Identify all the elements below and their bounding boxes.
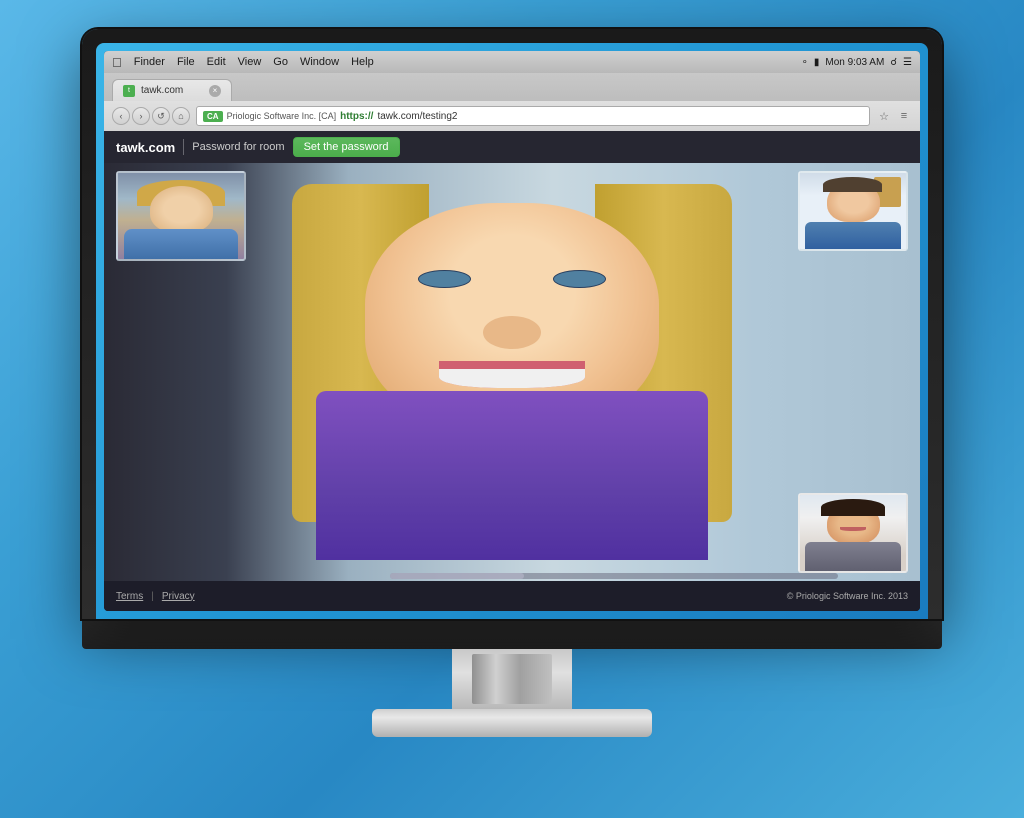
monitor-stand-neck [452,649,572,709]
browser-right-icons: ☆ ≡ [876,108,912,124]
url-https: https:// [340,111,373,122]
search-icon[interactable]: ☌ [890,57,897,68]
edit-menu[interactable]: Edit [207,56,226,68]
mac-menubar:  Finder File Edit View Go Window Help ∘… [104,51,920,73]
file-menu[interactable]: File [177,56,195,68]
list-icon[interactable]: ☰ [903,57,912,68]
monitor-wrapper:  Finder File Edit View Go Window Help ∘… [82,29,942,789]
browser-menu-icon[interactable]: ≡ [896,108,912,124]
teeth [439,369,586,388]
wifi-icon: ∘ [802,57,808,68]
browser-chrome: t tawk.com × ‹ › ↺ ⌂ [104,73,920,131]
thumbnail-top-right[interactable] [798,171,908,251]
ssl-badge: CA [203,111,223,122]
video-progress-bar[interactable] [390,573,839,579]
browser-tab[interactable]: t tawk.com × [112,79,232,101]
apple-icon[interactable]:  [112,55,122,70]
password-label: Password for room [192,141,284,153]
view-menu[interactable]: View [238,56,262,68]
left-eye [418,270,471,288]
bookmark-icon[interactable]: ☆ [876,108,892,124]
mouth [439,361,586,388]
thumb-tr-hair [823,177,881,192]
video-progress-fill [390,573,525,579]
tab-bar: t tawk.com × [104,73,920,101]
url-org: Priologic Software Inc. [CA] [227,111,337,121]
body [316,391,708,560]
footer-separator: | [151,591,154,602]
clock-display: Mon 9:03 AM [825,57,884,68]
thumb-br-body [805,542,900,571]
url-field[interactable]: CA Priologic Software Inc. [CA] https://… [196,106,870,126]
video-content: tawk.com Password for room Set the passw… [104,131,920,611]
address-bar: ‹ › ↺ ⌂ CA Priologic Software Inc. [CA] … [104,101,920,131]
tab-close-button[interactable]: × [209,85,221,97]
home-button[interactable]: ⌂ [172,107,190,125]
thumbnail-top-left[interactable] [116,171,246,261]
menu-items: Finder File Edit View Go Window Help [134,56,374,68]
thumb-br-hair [821,499,885,516]
top-bar-divider [183,139,184,155]
finder-menu[interactable]: Finder [134,56,165,68]
window-menu[interactable]: Window [300,56,339,68]
back-button[interactable]: ‹ [112,107,130,125]
thumbnail-bottom-right[interactable]: ◀ [798,493,908,573]
tab-favicon: t [123,85,135,97]
monitor-stand-base [372,709,652,737]
video-footer: Terms | Privacy © Priologic Software Inc… [104,581,920,611]
screen:  Finder File Edit View Go Window Help ∘… [104,51,920,611]
site-name: tawk.com [116,140,175,155]
refresh-button[interactable]: ↺ [152,107,170,125]
footer-left: Terms | Privacy [116,591,195,602]
menubar-right: ∘ ▮ Mon 9:03 AM ☌ ☰ [802,57,912,68]
terms-link[interactable]: Terms [116,591,143,602]
tab-title: tawk.com [141,85,183,96]
video-top-bar: tawk.com Password for room Set the passw… [104,131,920,163]
url-path: tawk.com/testing2 [377,111,457,122]
help-menu[interactable]: Help [351,56,374,68]
thumb-br-mouth [840,527,865,531]
nose [483,316,542,350]
monitor-frame:  Finder File Edit View Go Window Help ∘… [82,29,942,619]
set-password-button[interactable]: Set the password [293,137,400,157]
right-eye [553,270,606,288]
monitor-chin [82,619,942,649]
forward-button[interactable]: › [132,107,150,125]
monitor-bezel:  Finder File Edit View Go Window Help ∘… [96,43,928,619]
go-menu[interactable]: Go [273,56,288,68]
privacy-link[interactable]: Privacy [162,591,195,602]
thumb-tl-face [150,186,213,233]
thumb-tr-body [805,222,900,249]
footer-copyright: © Priologic Software Inc. 2013 [787,591,908,601]
nav-buttons: ‹ › ↺ ⌂ [112,107,190,125]
main-person-video [267,184,757,560]
battery-icon: ▮ [814,57,820,68]
thumb-tl-body [124,229,237,259]
